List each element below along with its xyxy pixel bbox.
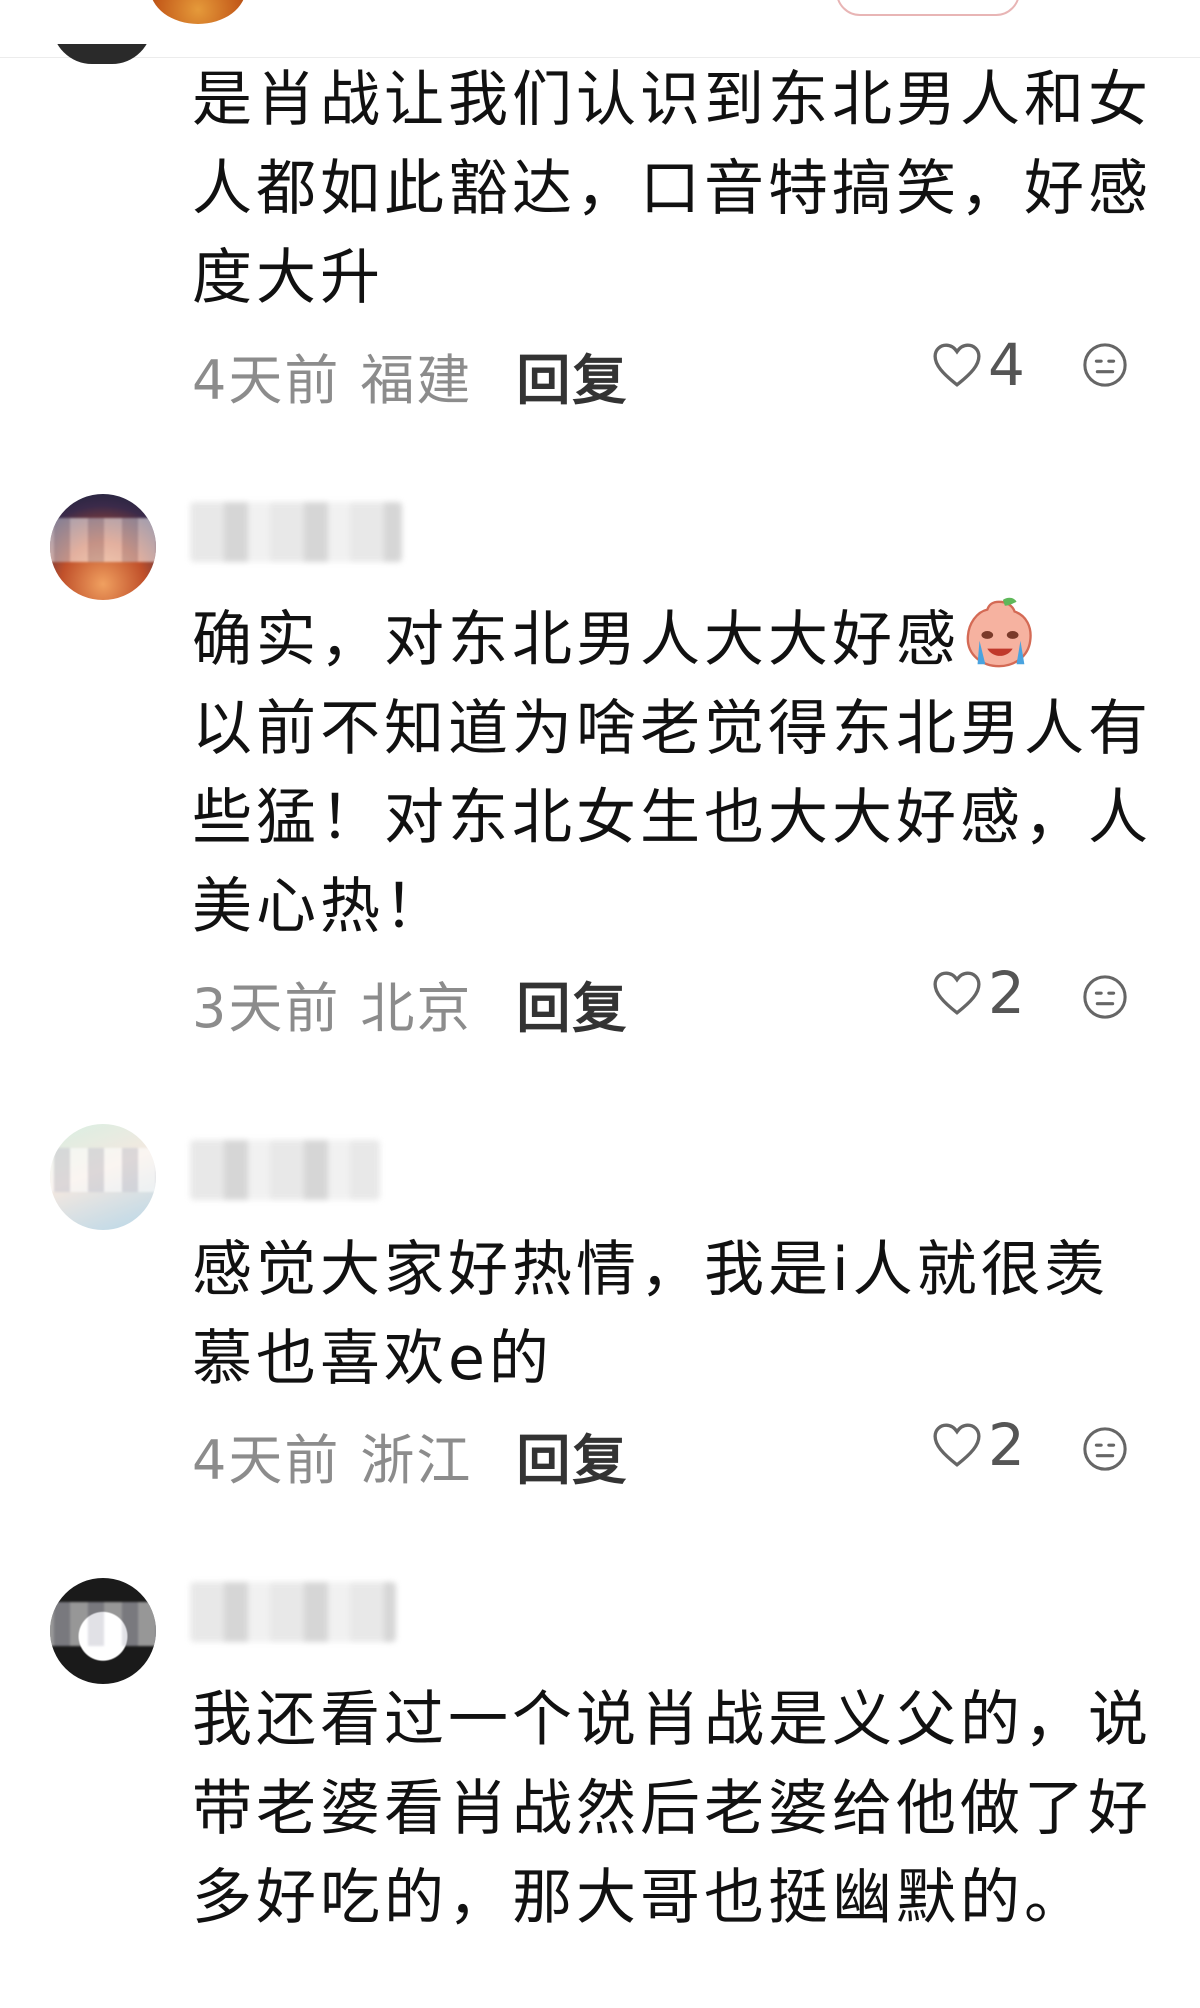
avatar[interactable] xyxy=(50,1578,156,1684)
like-button[interactable]: 4 xyxy=(932,330,1025,400)
avatar[interactable] xyxy=(50,494,156,600)
author-avatar[interactable] xyxy=(150,0,246,24)
reply-button[interactable]: 回复 xyxy=(516,964,628,1043)
heart-icon xyxy=(933,971,981,1015)
reply-button[interactable]: 回复 xyxy=(516,336,628,415)
comment-time: 4天前 xyxy=(192,1428,341,1492)
follow-button[interactable] xyxy=(836,0,1020,16)
like-button[interactable]: 2 xyxy=(932,1410,1025,1480)
comment-text: 是肖战让我们认识到东北男人和女人都如此豁达，口音特搞笑，好感度大升 xyxy=(192,65,1152,313)
like-count: 4 xyxy=(988,331,1025,399)
like-count: 2 xyxy=(988,959,1025,1027)
smiley-icon[interactable] xyxy=(1082,974,1128,1020)
comment-text: 确实，对东北男人大大好感 以前不知道为啥老觉得东北男人有些猛！对东北女生也大大好… xyxy=(192,594,1160,952)
username-redacted[interactable] xyxy=(190,502,402,562)
comment-time: 4天前 xyxy=(192,348,341,412)
top-header xyxy=(0,0,1200,58)
comment-region: 福建 xyxy=(360,348,473,412)
comment-text: 感觉大家好热情，我是i人就很羡慕也喜欢e的 xyxy=(192,1235,1109,1394)
smiley-icon[interactable] xyxy=(1082,1426,1128,1472)
like-button[interactable]: 2 xyxy=(932,958,1025,1028)
comment-meta: 4天前 浙江 回复 xyxy=(192,1420,628,1492)
crying-face-emoji xyxy=(966,597,1032,668)
avatar[interactable] xyxy=(50,1124,156,1230)
reply-button[interactable]: 回复 xyxy=(516,1416,628,1495)
heart-icon xyxy=(933,1423,981,1467)
comment-meta: 3天前 北京 回复 xyxy=(192,968,628,1040)
comment-meta: 4天前 福建 回复 xyxy=(192,340,628,412)
comment-region: 浙江 xyxy=(360,1428,473,1492)
heart-icon xyxy=(933,343,981,387)
username-redacted[interactable] xyxy=(190,1140,380,1200)
username-redacted[interactable] xyxy=(190,1582,396,1642)
comment-time: 3天前 xyxy=(192,976,341,1040)
comment-region: 北京 xyxy=(360,976,473,1040)
comment-text: 我还看过一个说肖战是义父的，说带老婆看肖战然后老婆给他做了好多好吃的，那大哥也挺… xyxy=(192,1685,1152,1933)
smiley-icon[interactable] xyxy=(1082,342,1128,388)
like-count: 2 xyxy=(988,1411,1025,1479)
